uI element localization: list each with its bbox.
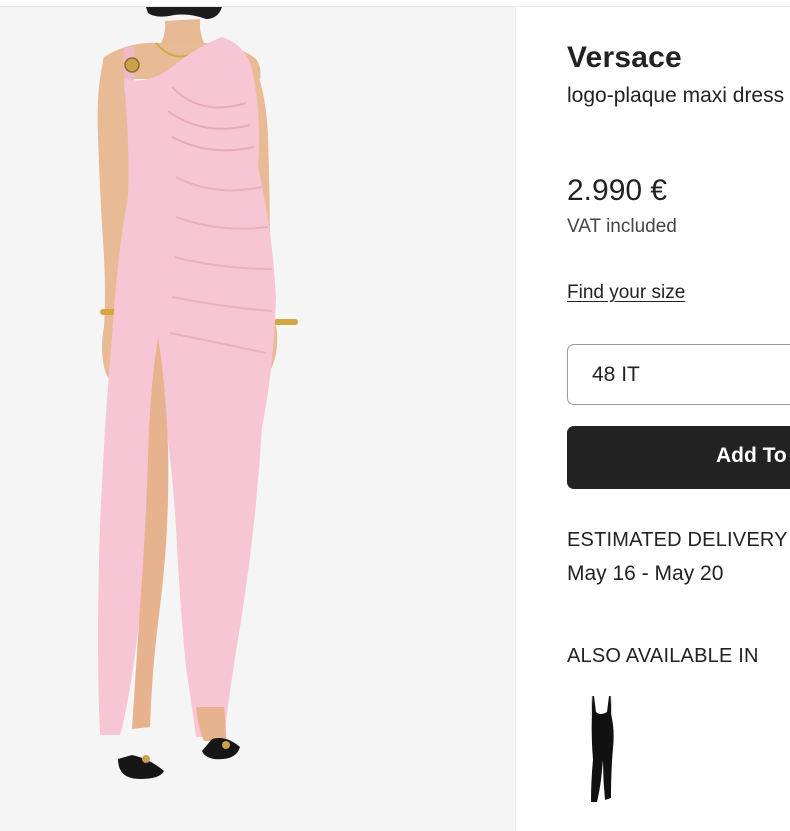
vat-note: VAT included — [567, 216, 677, 237]
size-select-value: 48 IT — [592, 363, 640, 386]
black-dress-icon — [590, 695, 614, 802]
product-info: Versace logo-plaque maxi dress 2.990 € V… — [516, 7, 790, 831]
product-name: logo-plaque maxi dress — [567, 84, 785, 107]
size-select[interactable]: 48 IT — [567, 344, 790, 405]
product-page: Versace logo-plaque maxi dress 2.990 € V… — [0, 0, 790, 831]
dress-photo — [97, 7, 298, 779]
add-to-bag-label: Add To Bag — [716, 444, 790, 467]
variant-thumbnail-black-dress[interactable] — [567, 690, 637, 810]
price: 2.990 € — [567, 174, 668, 207]
find-size-link[interactable]: Find your size — [567, 282, 685, 304]
add-to-bag-button[interactable]: Add To Bag — [567, 426, 790, 489]
delivery-label: ESTIMATED DELIVERY — [567, 529, 788, 551]
product-image[interactable] — [0, 7, 515, 831]
top-border — [0, 0, 790, 7]
also-available-label: ALSO AVAILABLE IN — [567, 645, 759, 667]
brand-name[interactable]: Versace — [567, 41, 682, 75]
delivery-dates: May 16 - May 20 — [567, 562, 724, 585]
